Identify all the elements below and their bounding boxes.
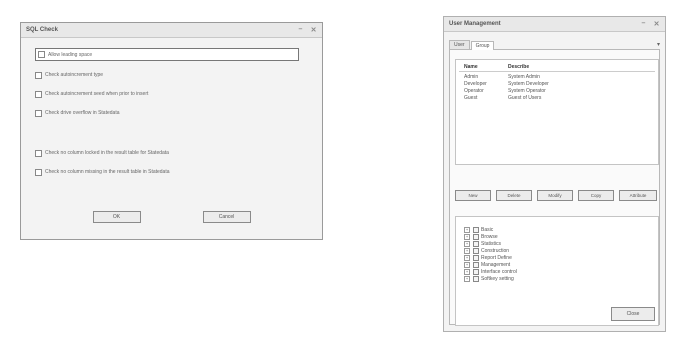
tree-node-label: Construction — [481, 247, 510, 254]
minimize-icon[interactable]: – — [640, 20, 647, 28]
option-row[interactable]: Check autoincrement type — [35, 70, 308, 80]
checkbox[interactable] — [473, 261, 479, 268]
option-row[interactable]: Check autoincrement seed when prior to i… — [35, 89, 308, 99]
checkbox[interactable] — [473, 233, 479, 240]
checkbox[interactable] — [35, 168, 42, 176]
option-row[interactable]: Check no column missing in the result ta… — [35, 167, 308, 177]
option-label: Check no column locked in the result tab… — [45, 150, 169, 156]
option-row[interactable]: Check no column locked in the result tab… — [35, 148, 308, 158]
cell-describe: System Operator — [508, 88, 546, 94]
tree-node[interactable]: + Interface control — [464, 268, 658, 275]
attribute-button[interactable]: Attribute — [619, 190, 657, 201]
delete-button[interactable]: Delete — [496, 190, 532, 201]
expand-icon[interactable]: + — [464, 254, 470, 261]
checkbox[interactable] — [35, 149, 42, 157]
tree-node[interactable]: + Basic — [464, 226, 658, 233]
tree-node-label: Softkey setting — [481, 275, 514, 282]
modify-button[interactable]: Modify — [537, 190, 573, 201]
tree-node-label: Statistics — [481, 240, 502, 247]
table-row[interactable]: Admin System Admin — [456, 74, 658, 81]
tree-node[interactable]: + Statistics — [464, 240, 658, 247]
cell-describe: Guest of Users — [508, 95, 542, 101]
expand-icon[interactable]: + — [464, 247, 470, 254]
cell-describe: System Developer — [508, 81, 549, 87]
expand-icon[interactable]: + — [464, 233, 470, 240]
checkbox[interactable] — [473, 268, 479, 275]
cell-name: Developer — [464, 81, 487, 87]
expand-icon[interactable]: + — [464, 268, 470, 275]
table-header: Name Describe — [459, 60, 655, 72]
tree-node-label: Browse — [481, 233, 498, 240]
checkbox[interactable] — [473, 275, 479, 282]
tree-node[interactable]: + Construction — [464, 247, 658, 254]
user-management-dialog: User Management – ✕ User Group ▾ Name De… — [443, 16, 666, 332]
option-label: Allow leading space — [48, 51, 93, 58]
expand-icon[interactable]: + — [464, 275, 470, 282]
tab-panel: Name Describe Admin System Admin Develop… — [449, 50, 660, 326]
group-table: Name Describe Admin System Admin Develop… — [455, 59, 659, 165]
option-label: Check autoincrement seed when prior to i… — [45, 91, 149, 97]
dialog-title: SQL Check — [26, 27, 58, 33]
dialog-titlebar: User Management – ✕ — [444, 17, 665, 32]
checkbox[interactable] — [35, 90, 42, 98]
checkbox[interactable] — [473, 240, 479, 247]
action-buttons: New Delete Modify Copy Attribute — [455, 190, 657, 201]
checkbox[interactable] — [38, 51, 45, 58]
tree-node[interactable]: + Softkey setting — [464, 275, 658, 282]
column-header: Describe — [508, 64, 530, 70]
checkbox[interactable] — [473, 226, 479, 233]
ok-button[interactable]: OK — [92, 211, 141, 223]
expand-icon[interactable]: + — [464, 240, 470, 247]
cell-name: Guest — [464, 95, 478, 101]
close-icon[interactable]: ✕ — [310, 26, 317, 34]
new-button[interactable]: New — [455, 190, 491, 201]
tree-node-label: Report Define — [481, 254, 512, 261]
tab-user[interactable]: User — [449, 40, 470, 49]
tree-node[interactable]: + Report Define — [464, 254, 658, 261]
cell-name: Operator — [464, 88, 484, 94]
tree-node[interactable]: + Management — [464, 261, 658, 268]
expand-icon[interactable]: + — [464, 261, 470, 268]
checkbox[interactable] — [473, 247, 479, 254]
table-row[interactable]: Guest Guest of Users — [456, 95, 658, 102]
copy-button[interactable]: Copy — [578, 190, 614, 201]
option-row[interactable]: Allow leading space — [35, 48, 299, 61]
cell-name: Admin — [464, 74, 479, 80]
cell-describe: System Admin — [508, 74, 540, 80]
column-header: Name — [464, 64, 478, 70]
sql-check-dialog: SQL Check – ✕ Allow leading space Check … — [20, 22, 323, 240]
tree-node[interactable]: + Browse — [464, 233, 658, 240]
table-row[interactable]: Developer System Developer — [456, 81, 658, 88]
table-row[interactable]: Operator System Operator — [456, 88, 658, 95]
dialog-title: User Management — [449, 21, 501, 27]
tree-node-label: Management — [481, 261, 511, 268]
checkbox[interactable] — [35, 71, 42, 79]
tab-group[interactable]: Group — [470, 41, 495, 50]
tree-node-label: Basic — [481, 226, 494, 233]
option-label: Check no column missing in the result ta… — [45, 169, 170, 175]
dialog-titlebar: SQL Check – ✕ — [21, 23, 322, 38]
option-label: Check autoincrement type — [45, 72, 104, 78]
chevron-down-icon[interactable]: ▾ — [657, 41, 660, 49]
checkbox[interactable] — [473, 254, 479, 261]
tree-node-label: Interface control — [481, 268, 517, 275]
minimize-icon[interactable]: – — [297, 26, 304, 34]
close-button[interactable]: Close — [611, 307, 655, 321]
option-row[interactable]: Check drive overflow in Statedata — [35, 108, 308, 118]
checkbox[interactable] — [35, 109, 42, 117]
option-label: Check drive overflow in Statedata — [45, 110, 120, 116]
expand-icon[interactable]: + — [464, 226, 470, 233]
close-icon[interactable]: ✕ — [653, 20, 660, 28]
cancel-button[interactable]: Cancel — [202, 211, 251, 223]
